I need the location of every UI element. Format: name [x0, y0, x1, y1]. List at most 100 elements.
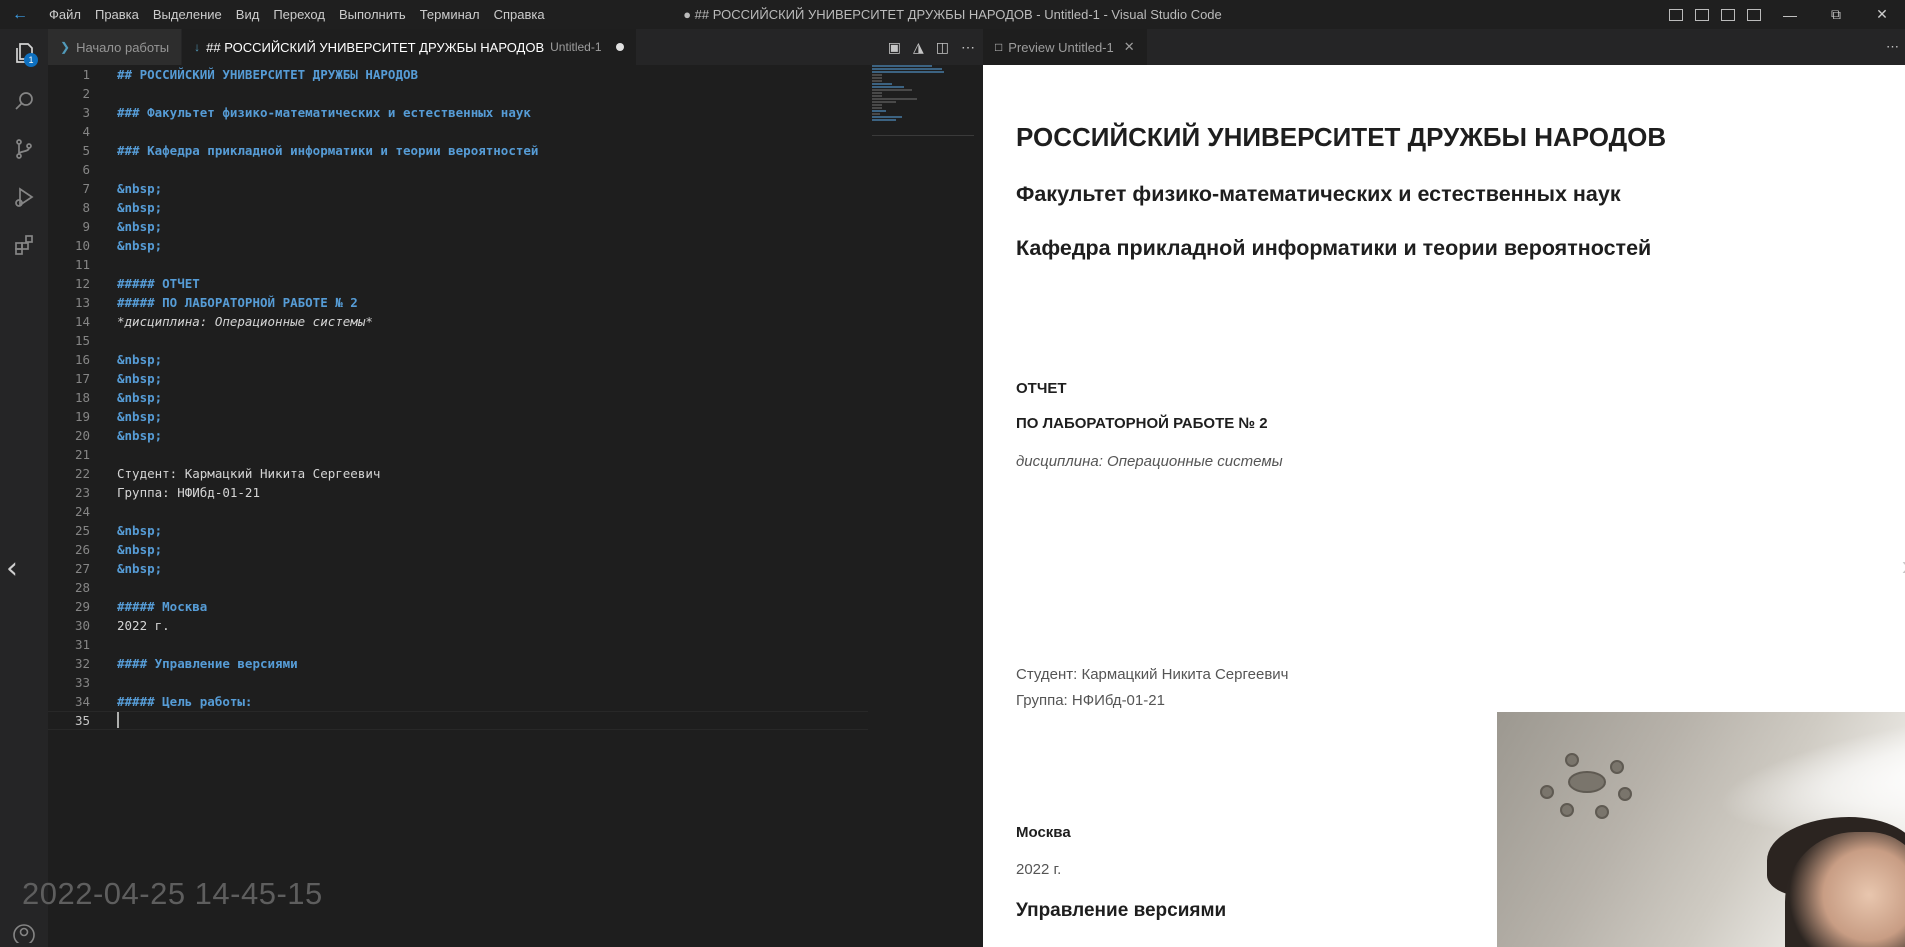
- code-line[interactable]: 15: [48, 331, 868, 350]
- tab-untitled-1[interactable]: ↓ ## РОССИЙСКИЙ УНИВЕРСИТЕТ ДРУЖБЫ НАРОД…: [182, 29, 637, 65]
- code-line[interactable]: 9 &nbsp;: [48, 217, 868, 236]
- code-line[interactable]: 24: [48, 502, 868, 521]
- code-line[interactable]: 28: [48, 578, 868, 597]
- line-number: 21: [74, 447, 90, 462]
- line-number: 3: [82, 105, 90, 120]
- markdown-icon: ↓: [194, 40, 201, 54]
- explorer-icon[interactable]: 1: [0, 29, 48, 77]
- code-line[interactable]: 16 &nbsp;: [48, 350, 868, 369]
- tab-preview-untitled-1[interactable]: □ Preview Untitled-1 ✕: [983, 29, 1148, 65]
- code-line[interactable]: 3 ### Факультет физико-математических и е…: [48, 103, 868, 122]
- menu-edit[interactable]: Правка: [88, 0, 146, 29]
- code-line[interactable]: 34 ##### Цель работы:: [48, 692, 868, 711]
- split-editor-icon[interactable]: ◫: [936, 39, 949, 56]
- more-actions-icon[interactable]: ⋯: [961, 39, 975, 56]
- code-line[interactable]: 23 Группа: НФИбд-01-21: [48, 483, 868, 502]
- minimap[interactable]: [872, 65, 974, 145]
- menu-help[interactable]: Справка: [487, 0, 552, 29]
- line-number: 17: [74, 371, 90, 386]
- line-text: Студент: Кармацкий Никита Сергеевич: [117, 466, 381, 481]
- line-text: &nbsp;: [117, 390, 163, 405]
- recording-timestamp: 2022-04-25 14-45-15: [22, 876, 323, 911]
- minimize-icon[interactable]: —: [1767, 7, 1813, 23]
- code-line[interactable]: 2: [48, 84, 868, 103]
- code-line[interactable]: 7 &nbsp;: [48, 179, 868, 198]
- line-text: 2022 г.: [117, 618, 170, 633]
- code-line[interactable]: 6: [48, 160, 868, 179]
- preview-tabs: □ Preview Untitled-1 ✕ ⋯: [983, 29, 1905, 65]
- code-line[interactable]: 14 *дисциплина: Операционные системы*: [48, 312, 868, 331]
- more-actions-icon[interactable]: ⋯: [1886, 29, 1899, 65]
- line-text: &nbsp;: [117, 542, 163, 557]
- preview-icon: □: [995, 40, 1003, 54]
- close-tab-icon[interactable]: ✕: [1124, 39, 1135, 55]
- toggle-secondary-sidebar-icon[interactable]: [1721, 8, 1735, 21]
- code-line[interactable]: 29 ##### Москва: [48, 597, 868, 616]
- code-line[interactable]: 1 ## РОССИЙСКИЙ УНИВЕРСИТЕТ ДРУЖБЫ НАРОДО…: [48, 65, 868, 84]
- menu-file[interactable]: Файл: [42, 0, 88, 29]
- code-line[interactable]: 4: [48, 122, 868, 141]
- compare-icon[interactable]: ◮: [913, 39, 924, 56]
- code-line[interactable]: 13 ##### ПО ЛАБОРАТОРНОЙ РАБОТЕ № 2: [48, 293, 868, 312]
- menu-go[interactable]: Переход: [266, 0, 332, 29]
- source-control-icon[interactable]: [0, 125, 48, 173]
- code-line[interactable]: 19 &nbsp;: [48, 407, 868, 426]
- ceiling-lamp-icon: [1540, 753, 1632, 819]
- code-line[interactable]: 12 ##### ОТЧЕТ: [48, 274, 868, 293]
- menu-view[interactable]: Вид: [229, 0, 267, 29]
- code-line[interactable]: 10 &nbsp;: [48, 236, 868, 255]
- line-number: 19: [74, 409, 90, 424]
- line-text: &nbsp;: [117, 200, 163, 215]
- menu-terminal[interactable]: Терминал: [413, 0, 487, 29]
- restore-icon[interactable]: ⧉: [1813, 6, 1859, 23]
- preview-city: Москва: [1016, 824, 1071, 841]
- code-line[interactable]: 8 &nbsp;: [48, 198, 868, 217]
- search-icon[interactable]: [0, 77, 48, 125]
- run-debug-icon[interactable]: [0, 173, 48, 221]
- code-line[interactable]: 30 2022 г.: [48, 616, 868, 635]
- line-number: 5: [82, 143, 90, 158]
- account-icon[interactable]: [12, 923, 36, 947]
- code-line[interactable]: 33: [48, 673, 868, 692]
- activity-bar: 1 ‹: [0, 29, 48, 947]
- toggle-panel-icon[interactable]: [1695, 8, 1709, 21]
- line-text: Группа: НФИбд-01-21: [117, 485, 260, 500]
- menu-selection[interactable]: Выделение: [146, 0, 229, 29]
- line-number: 9: [82, 219, 90, 234]
- code-line[interactable]: 11: [48, 255, 868, 274]
- code-line[interactable]: 17 &nbsp;: [48, 369, 868, 388]
- line-number: 27: [74, 561, 90, 576]
- menu-run[interactable]: Выполнить: [332, 0, 413, 29]
- code-line[interactable]: 21: [48, 445, 868, 464]
- tab-label: Preview Untitled-1: [1008, 39, 1114, 55]
- open-preview-icon[interactable]: ▣: [888, 39, 901, 56]
- menu-bar: Файл Правка Выделение Вид Переход Выполн…: [42, 0, 552, 29]
- code-line[interactable]: 5 ### Кафедра прикладной информатики и те…: [48, 141, 868, 160]
- preview-section-heading: Управление версиями: [1016, 900, 1227, 921]
- code-line[interactable]: 32 #### Управление версиями: [48, 654, 868, 673]
- line-text: &nbsp;: [117, 561, 163, 576]
- preview-heading-faculty: Факультет физико-математических и естест…: [1016, 182, 1621, 206]
- code-line[interactable]: 25 &nbsp;: [48, 521, 868, 540]
- tab-getting-started[interactable]: ❯ Начало работы: [48, 29, 183, 65]
- close-icon[interactable]: ✕: [1859, 6, 1905, 23]
- code-line[interactable]: 18 &nbsp;: [48, 388, 868, 407]
- code-line[interactable]: 22 Студент: Кармацкий Никита Сергеевич: [48, 464, 868, 483]
- toggle-sidebar-icon[interactable]: [1669, 8, 1683, 21]
- webcam-overlay: [1497, 712, 1905, 947]
- extensions-icon[interactable]: [0, 221, 48, 269]
- code-line[interactable]: 27 &nbsp;: [48, 559, 868, 578]
- code-editor[interactable]: 1 ## РОССИЙСКИЙ УНИВЕРСИТЕТ ДРУЖБЫ НАРОДО…: [48, 65, 868, 947]
- chevron-left-icon[interactable]: ‹: [6, 551, 18, 586]
- vscode-logo-icon[interactable]: ←: [10, 5, 30, 25]
- code-line[interactable]: 35: [48, 711, 868, 730]
- line-number: 18: [74, 390, 90, 405]
- code-line[interactable]: 31: [48, 635, 868, 654]
- editor-tabs: ❯ Начало работы ↓ ## РОССИЙСКИЙ УНИВЕРСИ…: [48, 29, 983, 65]
- code-line[interactable]: 26 &nbsp;: [48, 540, 868, 559]
- line-text: &nbsp;: [117, 352, 163, 367]
- customize-layout-icon[interactable]: [1747, 8, 1761, 21]
- code-line[interactable]: 20 &nbsp;: [48, 426, 868, 445]
- unsaved-dot-icon[interactable]: [615, 43, 624, 51]
- line-number: 23: [74, 485, 90, 500]
